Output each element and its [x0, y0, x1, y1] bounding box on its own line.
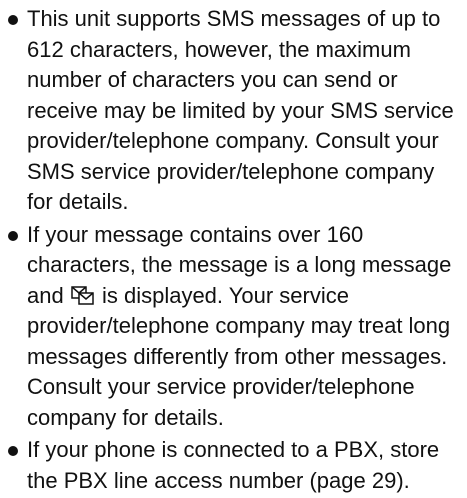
bullet-text: If your phone is connected to a PBX, sto…: [27, 437, 440, 493]
long-message-icon: [71, 285, 95, 306]
notes-bullet-list: This unit supports SMS messages of up to…: [8, 4, 464, 498]
bullet-item-sms-length: This unit supports SMS messages of up to…: [8, 4, 464, 218]
bullet-dot: [8, 15, 18, 25]
bullet-text: This unit supports SMS messages of up to…: [27, 6, 454, 214]
bullet-dot: [8, 230, 18, 241]
bullet-dot: [8, 446, 18, 456]
bullet-item-pbx: If your phone is connected to a PBX, sto…: [8, 435, 464, 496]
bullet-item-long-message: If your message contains over 160 charac…: [8, 220, 464, 434]
